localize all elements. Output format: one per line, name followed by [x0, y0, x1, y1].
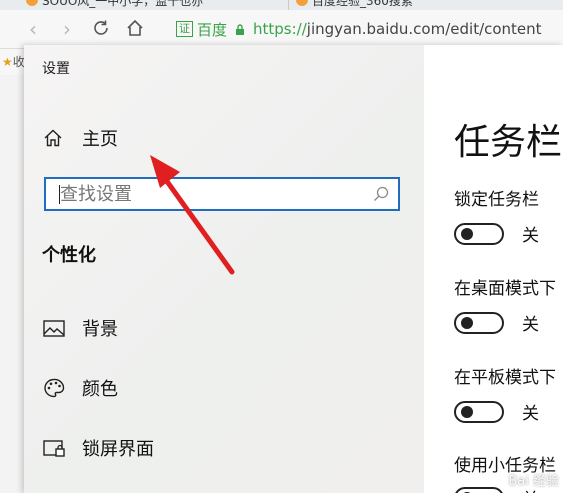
- address-bar[interactable]: 证 百度 https:// jingyan.baidu.com/edit/con…: [176, 16, 563, 42]
- section-title: 个性化: [42, 245, 96, 266]
- page-title: 任务栏: [454, 122, 563, 163]
- text-cursor: [59, 185, 60, 204]
- search-box[interactable]: [44, 177, 400, 211]
- sidebar-item-colors[interactable]: 颜色: [42, 375, 118, 401]
- toggle-row-tablet-mode: 关: [454, 399, 539, 424]
- palette-icon: [44, 378, 65, 398]
- sidebar-item-label: 锁屏界面: [82, 439, 154, 460]
- toggle-knob: [461, 405, 473, 418]
- browser-tab-label: SOUO风_一中小学，监千也亦: [42, 0, 204, 8]
- settings-window: 设置 主页 个性化 背景 颜色 锁屏界面 任务栏 锁定任务栏 关: [24, 45, 563, 493]
- toggle-knob: [461, 316, 473, 329]
- image-icon: [43, 320, 65, 337]
- lock-taskbar-toggle[interactable]: [454, 222, 504, 245]
- watermark-logo: Bai 经验: [508, 474, 559, 489]
- toggle-state-label: 关: [522, 404, 539, 424]
- sidebar-item-background[interactable]: 背景: [42, 315, 118, 341]
- home-icon[interactable]: [124, 18, 146, 40]
- settings-content: 任务栏 锁定任务栏 关 在桌面模式下 关 在平板模式下 关 使用小任务栏 关: [424, 45, 563, 493]
- option-label: 在平板模式下: [454, 368, 556, 388]
- browser-tab-label: 百度经验_360搜索: [312, 0, 413, 8]
- toggle-state-label: 关: [522, 226, 539, 246]
- search-input[interactable]: [46, 179, 370, 209]
- browser-toolbar: ‹ › 证 百度 https:// jingyan.baidu.com/edit…: [0, 10, 563, 49]
- back-arrow-icon[interactable]: ‹: [22, 18, 44, 40]
- site-identity-label: 百度: [197, 20, 228, 39]
- sidebar-item-label: 颜色: [82, 379, 118, 400]
- toggle-row-lock-taskbar: 关: [454, 221, 539, 246]
- lock-screen-icon: [43, 440, 65, 457]
- home-icon: [44, 129, 62, 147]
- tablet-autohide-toggle[interactable]: [454, 400, 504, 423]
- certificate-badge: 证: [176, 21, 193, 37]
- bookmark-item[interactable]: ★收: [2, 53, 25, 70]
- window-title: 设置: [42, 61, 70, 77]
- lock-icon: [236, 23, 245, 35]
- settings-sidebar: 设置 主页 个性化 背景 颜色 锁屏界面: [24, 45, 424, 493]
- toggle-knob: [461, 227, 473, 240]
- forward-arrow-icon[interactable]: ›: [56, 18, 78, 40]
- url-text: jingyan.baidu.com/edit/content: [306, 20, 542, 38]
- option-label: 锁定任务栏: [454, 190, 539, 210]
- small-taskbar-toggle[interactable]: [454, 486, 504, 493]
- toggle-row-desktop-mode: 关: [454, 310, 539, 335]
- browser-tabstrip: SOUO风_一中小学，监千也亦 百度经验_360搜索: [0, 0, 563, 10]
- browser-tab-1[interactable]: SOUO风_一中小学，监千也亦: [26, 0, 203, 9]
- bookmark-star-icon: ★: [2, 55, 13, 69]
- sidebar-item-label: 背景: [82, 319, 118, 340]
- browser-tab-2[interactable]: 百度经验_360搜索: [296, 0, 413, 9]
- tab-favicon-icon: [296, 0, 308, 6]
- toggle-state-label: 关: [522, 315, 539, 335]
- search-icon[interactable]: [372, 185, 390, 203]
- option-label: 在桌面模式下: [454, 279, 556, 299]
- sidebar-item-lock-screen[interactable]: 锁屏界面: [42, 435, 154, 461]
- desktop-autohide-toggle[interactable]: [454, 311, 504, 334]
- url-scheme: https://: [253, 20, 307, 38]
- reload-icon[interactable]: [90, 18, 112, 40]
- sidebar-item-label: 主页: [82, 129, 118, 150]
- sidebar-item-home[interactable]: 主页: [42, 125, 118, 151]
- tab-divider: [288, 0, 289, 10]
- tab-favicon-icon: [26, 0, 38, 6]
- bookmark-label: 收: [12, 55, 25, 69]
